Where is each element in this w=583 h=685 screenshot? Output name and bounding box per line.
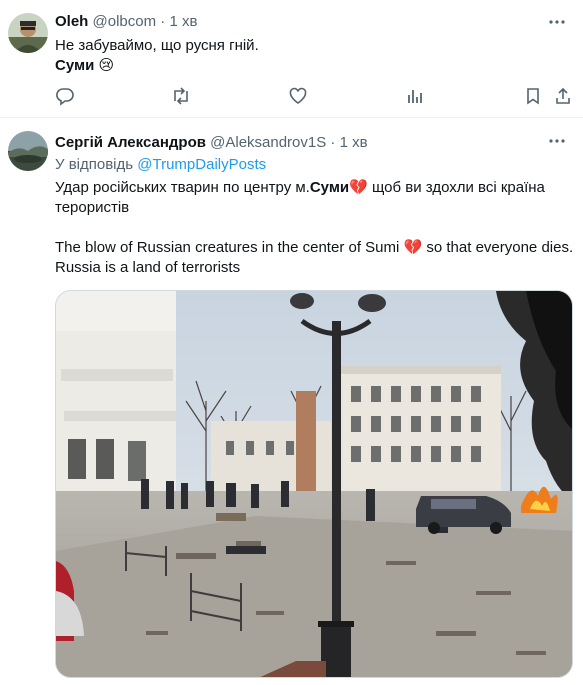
avatar[interactable]: [8, 131, 48, 171]
bookmark-icon[interactable]: [523, 86, 543, 106]
tweet-text-line: The blow of Russian creatures in the cen…: [55, 238, 573, 258]
avatar[interactable]: [8, 13, 48, 53]
like-icon[interactable]: [288, 86, 308, 106]
text-part: The blow of Russian creatures in the cen…: [55, 239, 404, 256]
tweet-oleh[interactable]: Oleh @olbcom · 1 хв Не забуваймо, що рус…: [0, 0, 583, 118]
reply-icon[interactable]: [55, 86, 75, 106]
author-handle[interactable]: @olbcom: [93, 13, 157, 30]
text-part: щоб ви здохли всі країна: [367, 179, 545, 196]
tweet-aleksandrov[interactable]: Сергій Александров @Aleksandrov1S · 1 хв…: [0, 119, 583, 685]
street-scene-image: [56, 291, 572, 677]
broken-heart-emoji: 💔: [403, 239, 423, 256]
crying-emoji: 😢: [98, 57, 115, 74]
timestamp[interactable]: 1 хв: [340, 134, 368, 151]
city-name: Суми: [55, 57, 95, 74]
text-part: so that everyone dies.: [422, 239, 574, 256]
city-name: Суми: [309, 179, 350, 196]
views-icon[interactable]: [405, 86, 425, 106]
share-icon[interactable]: [553, 86, 573, 106]
broken-heart-emoji: 💔: [349, 179, 368, 196]
reply-context: У відповідь @TrumpDailyPosts: [55, 155, 266, 175]
tweet-actions: [55, 86, 570, 108]
timestamp[interactable]: 1 хв: [169, 13, 197, 30]
author-name[interactable]: Сергій Александров: [55, 134, 206, 151]
tweet-photo[interactable]: [55, 290, 573, 678]
more-icon[interactable]: [547, 131, 567, 151]
more-icon[interactable]: [547, 12, 567, 32]
tweet-header: Oleh @olbcom · 1 хв: [55, 12, 197, 32]
tweet-text-line: терористів: [55, 199, 130, 216]
author-name[interactable]: Oleh: [55, 13, 88, 30]
separator-dot: ·: [160, 13, 166, 30]
reply-prefix: У відповідь: [55, 156, 134, 173]
text-part: Удар російських тварин по центру м.: [55, 179, 310, 196]
author-handle[interactable]: @Aleksandrov1S: [210, 134, 326, 151]
tweet-header: Сергій Александров @Aleksandrov1S · 1 хв: [55, 133, 368, 153]
retweet-icon[interactable]: [171, 86, 191, 106]
tweet-text-line: Суми 😢: [55, 56, 114, 76]
tweet-text-line: Russia is a land of terrorists: [55, 259, 241, 276]
separator-dot: ·: [330, 134, 336, 151]
reply-to-link[interactable]: @TrumpDailyPosts: [137, 156, 266, 173]
tweet-text-line: Удар російських тварин по центру м.Суми💔…: [55, 178, 545, 198]
tweet-text-line: Не забуваймо, що русня гній.: [55, 37, 259, 54]
